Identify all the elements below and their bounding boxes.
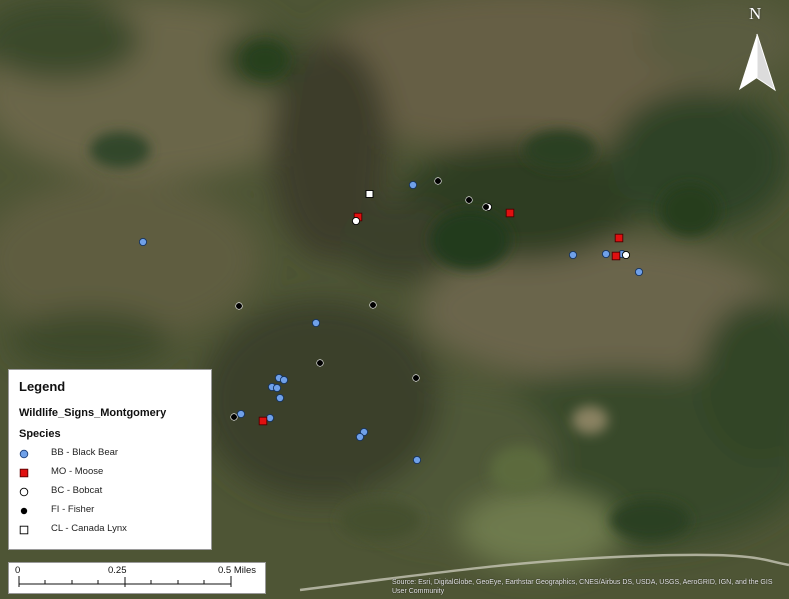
moose-marker	[611, 251, 621, 261]
legend-item-label: BC - Bobcat	[51, 485, 103, 496]
white-square-icon	[19, 525, 29, 535]
black-circle-icon	[20, 507, 28, 515]
north-arrow: N	[733, 4, 781, 94]
legend-item-label: MO - Moose	[51, 466, 104, 477]
fisher-marker	[235, 302, 243, 310]
legend-item-canada-lynx: CL - Canada Lynx	[19, 522, 209, 538]
legend-item-moose: MO - Moose	[19, 465, 209, 481]
fisher-marker	[230, 413, 238, 421]
bobcat-marker	[621, 250, 631, 260]
red-square-icon	[19, 468, 29, 478]
moose-marker	[258, 416, 268, 426]
black-bear-marker	[412, 455, 422, 465]
moose-marker	[505, 208, 515, 218]
fisher-marker	[482, 203, 490, 211]
legend-item-label: CL - Canada Lynx	[51, 523, 127, 534]
blue-circle-icon	[19, 449, 29, 459]
black-bear-marker	[236, 409, 246, 419]
fisher-marker	[434, 177, 442, 185]
black-bear-marker	[272, 383, 282, 393]
white-circle-icon	[19, 487, 29, 497]
legend-item-bobcat: BC - Bobcat	[19, 484, 209, 500]
black-bear-marker	[279, 375, 289, 385]
lynx-marker	[365, 190, 374, 198]
north-arrow-icon	[739, 33, 776, 92]
legend-item-label: FI - Fisher	[51, 504, 95, 515]
scale-ruler	[18, 576, 232, 587]
black-bear-marker	[265, 413, 275, 423]
legend-species-heading: Species	[19, 428, 61, 440]
legend-title: Legend	[19, 379, 66, 394]
moose-marker	[614, 233, 624, 243]
fisher-marker	[369, 301, 377, 309]
black-bear-marker	[634, 267, 644, 277]
black-bear-marker	[568, 250, 578, 260]
fisher-marker	[412, 374, 420, 382]
fisher-marker	[465, 196, 473, 204]
legend-item-black-bear: BB - Black Bear	[19, 446, 209, 462]
black-bear-marker	[355, 432, 365, 442]
bobcat-marker	[351, 216, 361, 226]
black-bear-marker	[601, 249, 611, 259]
black-bear-marker	[311, 318, 321, 328]
map-credits: Source: Esri, DigitalGlobe, GeoEye, Eart…	[392, 579, 773, 595]
legend-layer-name: Wildlife_Signs_Montgomery	[19, 407, 167, 419]
legend-item-label: BB - Black Bear	[51, 447, 119, 458]
black-bear-marker	[408, 180, 418, 190]
fisher-marker	[316, 359, 324, 367]
legend-panel: Legend Wildlife_Signs_Montgomery Species…	[8, 369, 212, 550]
black-bear-marker	[275, 393, 285, 403]
legend-item-fisher: FI - Fisher	[19, 503, 209, 519]
black-bear-marker	[138, 237, 148, 247]
scale-bar: 0 0.25 0.5 Miles	[8, 562, 266, 594]
